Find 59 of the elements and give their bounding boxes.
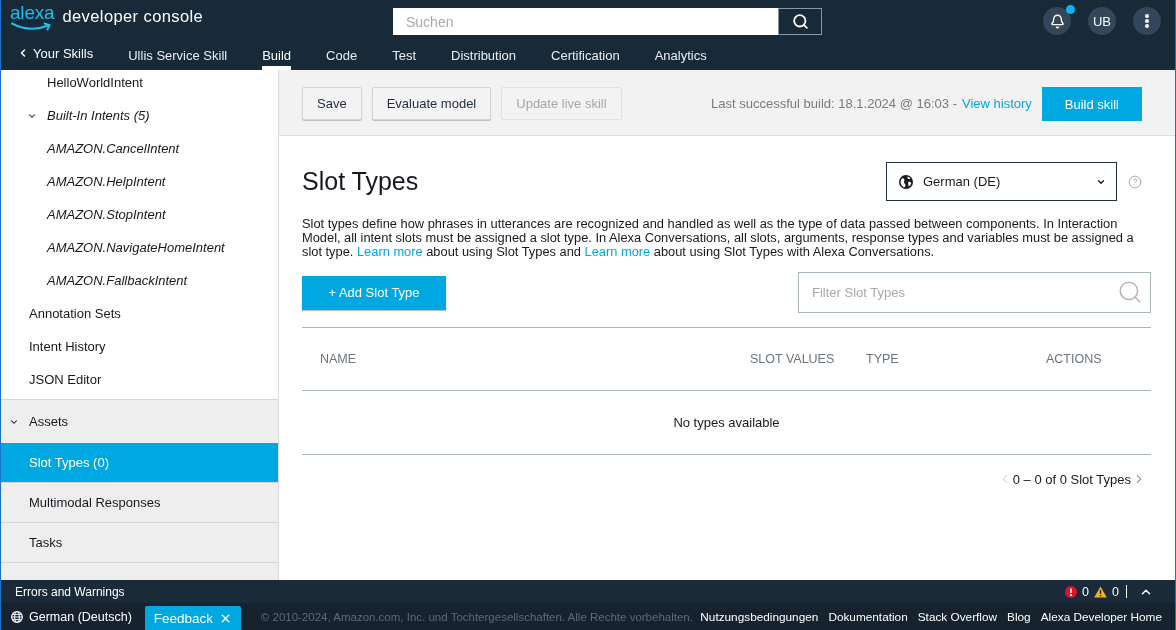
column-header: NAME — [320, 352, 357, 366]
warning-icon — [1094, 585, 1108, 598]
search-icon — [791, 13, 809, 30]
nav-tab[interactable]: Test — [392, 36, 417, 70]
sidebar-item[interactable]: Multimodal Responses — [1, 483, 278, 523]
build-status-text: Last successful build: 18.1.2024 @ 16:03 - — [711, 95, 957, 113]
sidebar-item[interactable]: HelloWorldIntent — [1, 70, 278, 99]
sidebar-section-header[interactable]: Assets — [1, 400, 278, 443]
column-header: TYPE — [866, 352, 899, 366]
sidebar-item[interactable]: AMAZON.StopIntent — [1, 198, 278, 231]
sidebar-item[interactable]: AMAZON.CancelIntent — [1, 132, 278, 165]
toolbar-button[interactable]: Save — [302, 87, 362, 120]
description-text: Slot types define how phrases in utterances are recognized and handled as well as the type of data passed between components. In Interaction Model, all intent slots must be assigned a slot type. In Alexa Conversations, all slots, arguments, response types and variables must be assigned a slot type. Learn more about using Slot Types and Learn more about using Slot Types with Alexa Conversations. — [302, 217, 1135, 259]
page-title: Slot Types — [302, 167, 419, 196]
toolbar-button[interactable]: Evaluate model — [371, 87, 492, 120]
nav-tab[interactable]: Distribution — [451, 36, 517, 70]
nav-tab[interactable]: Code — [326, 36, 358, 70]
pagination-label: 0 – 0 of 0 Slot Types — [1012, 471, 1131, 487]
copyright-text: © 2010-2024, Amazon.com, Inc. und Tochtergesellschaften. Alle Rechte vorbehalten. — [260, 610, 693, 623]
sidebar-item[interactable]: AMAZON.FallbackIntent — [1, 264, 278, 297]
tree-group-item[interactable]: Built-In Intents (5) — [1, 99, 278, 132]
notifications-button[interactable] — [1043, 7, 1071, 35]
language-selector[interactable]: German (Deutsch) — [11, 609, 132, 624]
empty-message: No types available — [673, 415, 780, 430]
search-icon — [1117, 279, 1143, 305]
footer-link[interactable]: Nutzungsbedingungen — [700, 609, 819, 624]
footer-link[interactable]: Dokumentation — [828, 609, 908, 624]
filter-field[interactable]: Filter Slot Types — [798, 272, 1151, 313]
nav-tab[interactable]: Analytics — [654, 36, 707, 70]
bell-icon — [1049, 13, 1065, 29]
globe-icon — [899, 174, 913, 189]
column-header: ACTIONS — [1046, 352, 1102, 366]
avatar-button[interactable]: UB — [1088, 7, 1116, 35]
errors-label[interactable]: Errors and Warnings — [15, 584, 125, 599]
nav-tab[interactable]: Ullis Service Skill — [128, 36, 228, 70]
search-button[interactable] — [778, 8, 822, 35]
back-link[interactable]: Your Skills — [17, 36, 94, 70]
sidebar-item[interactable]: Annotation Sets — [1, 297, 278, 330]
globe-icon — [11, 610, 23, 623]
more-button[interactable] — [1133, 7, 1161, 35]
error-icon — [1065, 585, 1078, 598]
warning-count: 0 — [1112, 584, 1119, 599]
sidebar-item[interactable]: Intent History — [1, 330, 278, 363]
nav-tab[interactable]: Certification — [551, 36, 620, 70]
locale-dropdown[interactable]: German (DE) — [886, 162, 1117, 201]
sidebar-item[interactable]: AMAZON.HelpIntent — [1, 165, 278, 198]
sidebar-item[interactable]: AMAZON.NavigateHomeIntent — [1, 231, 278, 264]
sidebar-item[interactable]: Tasks — [1, 523, 278, 563]
sidebar-item[interactable]: JSON Editor — [1, 363, 278, 396]
search-field[interactable]: Suchen — [393, 8, 778, 35]
kebab-icon — [1145, 14, 1149, 28]
product-name: developer console — [62, 6, 204, 26]
smile-arrow-icon — [10, 22, 53, 32]
column-header: SLOT VALUES — [750, 352, 835, 366]
footer-link[interactable]: Blog — [1007, 609, 1031, 624]
logo-text: alexa — [10, 3, 55, 22]
error-count: 0 — [1082, 584, 1090, 599]
footer-link[interactable]: Stack Overflow — [917, 609, 998, 624]
footer-link[interactable]: Alexa Developer Home — [1040, 609, 1162, 624]
